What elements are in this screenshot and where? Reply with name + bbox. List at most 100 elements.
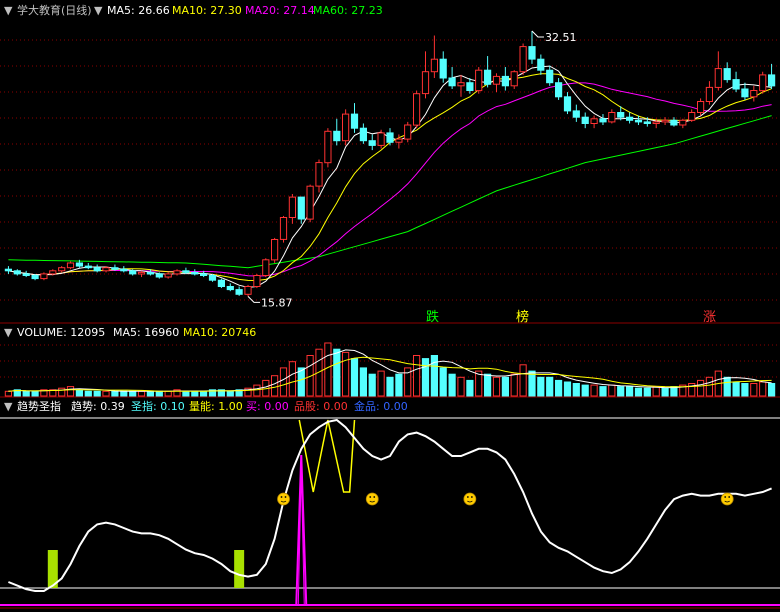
candle-body [40,273,48,280]
candle-body [421,71,430,95]
smiley-icon [277,492,290,506]
volume-bar [4,390,12,397]
smiley-face [365,492,379,506]
volume-bar [102,390,110,397]
candle [208,273,217,282]
candle-body [244,286,252,295]
price-header: ▼ 学大教育(日线) ▼ MA5: 26.66 MA10: 27.30 MA20… [4,3,383,17]
volume-bar [324,342,332,397]
volume-bar [66,386,75,397]
candle [377,129,385,149]
volume-collapse-icon[interactable]: ▼ [4,326,13,339]
smiley-face [463,492,477,506]
candle-body [129,270,137,275]
candle-body [377,132,385,146]
candle-body [279,217,288,240]
candle-body [120,268,128,272]
volume-bar [563,381,572,397]
candle-body [342,113,350,142]
candle-body [253,275,261,287]
indicator-collapse-icon[interactable]: ▼ [4,400,13,413]
candle-body [688,112,696,121]
candle-body [528,46,536,60]
candle-body [732,79,740,90]
volume-bar [137,390,146,397]
volume-bar [22,390,30,397]
candle [324,128,332,168]
candle-body [297,196,305,220]
candle-body [102,267,110,272]
volume-bar [368,373,376,397]
volume-label: VOLUME: 12095 [17,326,105,339]
volume-bar [652,386,660,397]
volume-bar [519,364,527,397]
candle [306,184,314,223]
candle-body [723,68,731,81]
candle-body [475,69,483,92]
collapse-triangle-icon[interactable]: ▼ [4,4,13,17]
volume-bar [466,379,474,397]
stock-chart: ▼ 学大教育(日线) ▼ MA5: 26.66 MA10: 27.30 MA20… [0,0,780,612]
volume-bar [288,361,296,397]
candle-body [217,279,226,288]
candle-body [572,110,580,118]
smiley-face [277,492,290,506]
candle-body [200,273,208,276]
candle [342,109,350,146]
candle-body [661,119,669,123]
candle-body [448,77,456,87]
volume-bar [448,373,456,397]
candle-body [350,113,359,129]
smiley-eye [466,496,469,498]
candle [271,237,279,263]
candle-body [590,118,598,125]
volume-bar [226,390,234,397]
smiley-eye [284,496,287,498]
signal-die: 跌 [426,309,439,325]
volume-bar [146,390,155,397]
volume-bar [457,376,465,397]
volume-bar [732,381,740,397]
smiley-eye [728,496,731,498]
menu-triangle-icon[interactable]: ▼ [94,4,103,17]
candle-body [741,88,749,98]
volume-bar [395,373,403,397]
volume-bar [129,390,137,397]
volume-bar [200,390,208,397]
candle-body [324,130,332,164]
candle-body [413,93,421,126]
volume-bar [155,390,163,397]
candle [475,67,483,94]
indicator-title: 趋势圣指 [17,399,61,413]
smiley-eye [280,496,283,498]
candle-body [111,267,119,270]
candle-body [208,275,217,281]
volume-bar [75,389,84,397]
candle-body [510,71,518,87]
candle-body [235,289,243,295]
volume-bar [253,384,261,397]
smiley-face [720,492,734,506]
volume-bar [191,390,199,397]
volume-header: ▼ VOLUME: 12095 MA5: 16960 MA10: 20746 [4,326,256,339]
volume-bar [510,373,518,397]
smiley-icon [720,492,734,506]
volume-ma5-label: MA5: 16960 [113,326,179,339]
volume-bar [661,387,669,397]
candle-body [599,118,607,123]
candle-body [466,82,474,91]
ma5-label: MA5: 26.66 [107,4,170,17]
volume-bar [634,387,643,397]
volume-bar [484,373,492,397]
candle-body [306,185,314,220]
candle [40,272,48,281]
candle-body [759,74,767,92]
candle-body [652,121,660,125]
volume-bar [581,384,589,397]
volume-bar [768,383,776,397]
candle-body [608,112,616,123]
candle-body [182,270,190,273]
candle-body [155,273,163,278]
candle-body [537,58,545,71]
candle-body [581,116,589,124]
